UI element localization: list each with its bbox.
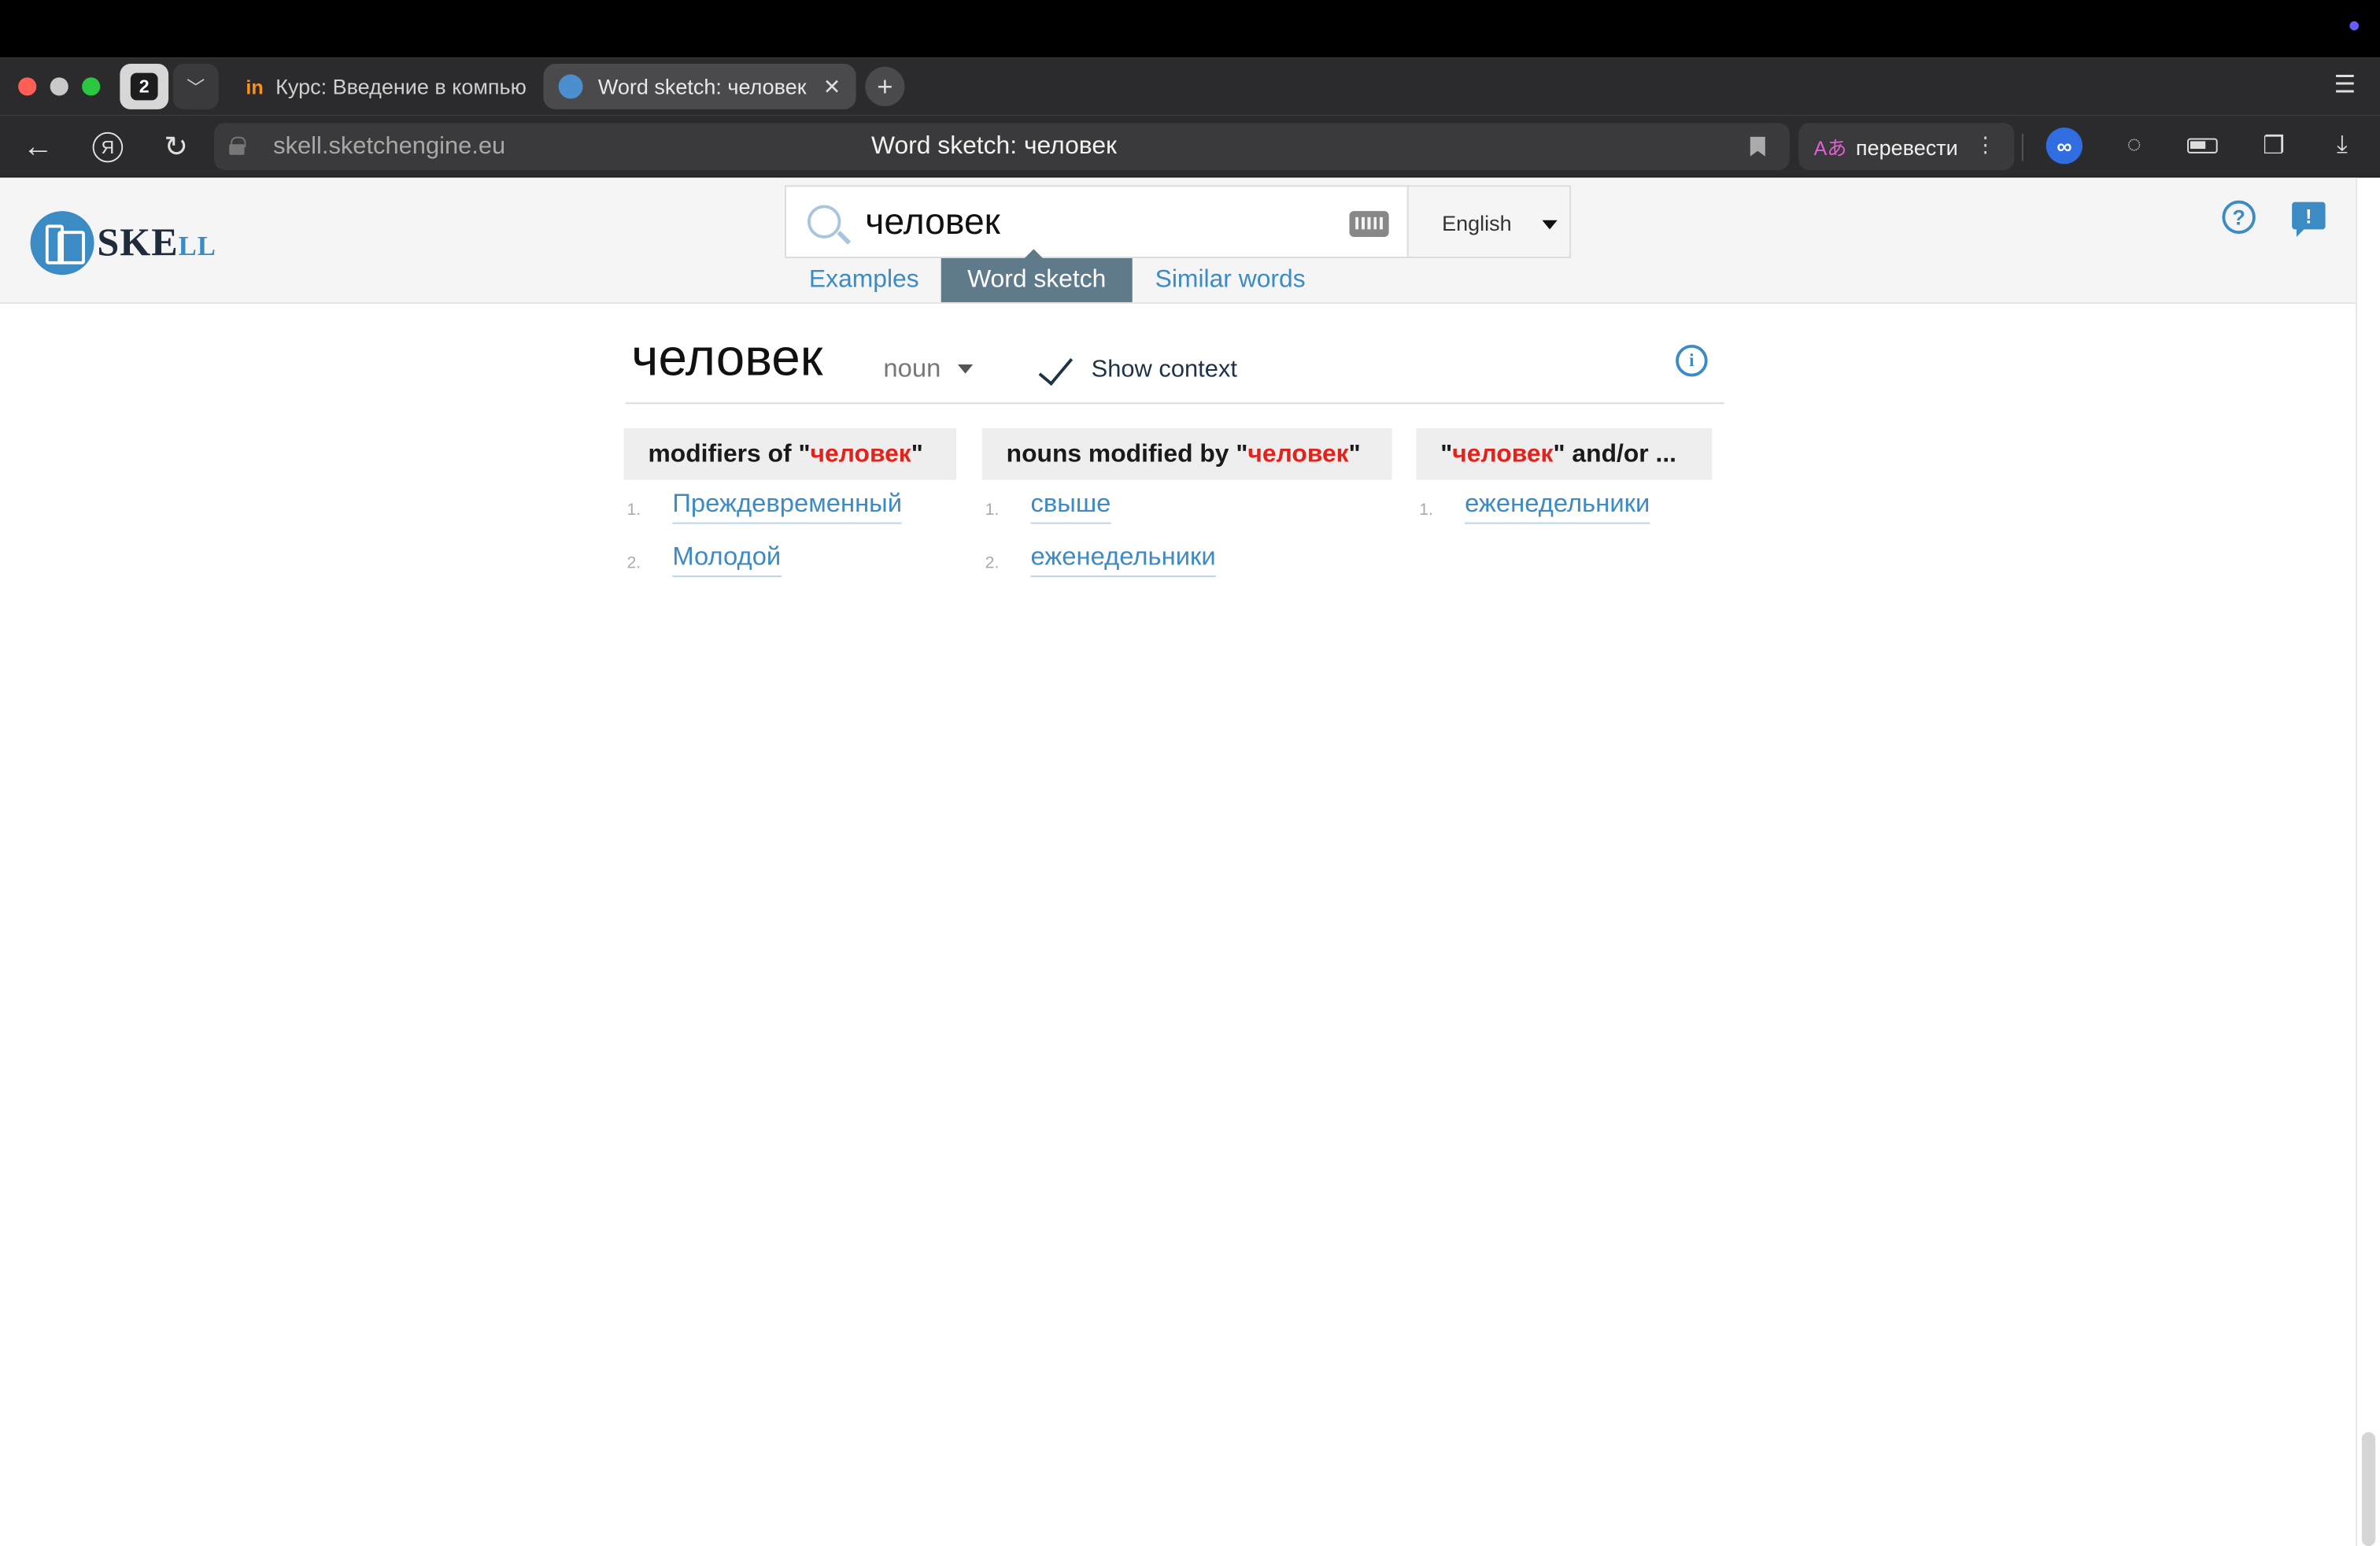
divider <box>625 402 1724 405</box>
collocation-link[interactable]: свыше <box>1030 489 1111 524</box>
logo-icon <box>30 211 94 276</box>
minimize-window-button[interactable] <box>50 77 68 96</box>
relation-header: modifiers of " человек " <box>623 428 956 480</box>
relation-headword: человек <box>1247 439 1349 468</box>
new-tab-button[interactable]: + <box>865 66 905 107</box>
collections-icon[interactable]: ❐ <box>2256 128 2292 164</box>
relation-headword: человек <box>810 439 911 468</box>
skell-logo[interactable]: SKELL <box>30 211 216 276</box>
pos-select[interactable]: noun <box>883 354 941 385</box>
relation-header: nouns modified by " человек " <box>981 428 1392 480</box>
bookmark-icon[interactable] <box>1750 136 1765 157</box>
globe-icon <box>558 74 583 99</box>
search-query: человек <box>865 202 1000 243</box>
language-value: English <box>1442 211 1512 236</box>
item-number: 2. <box>985 554 1000 573</box>
maximize-window-button[interactable] <box>82 77 101 96</box>
language-select[interactable]: English <box>1406 185 1572 258</box>
yandex-icon: Я <box>92 131 124 163</box>
translate-label: перевести <box>1856 134 1958 159</box>
lightbulb-icon[interactable]: ◌ <box>2116 128 2152 164</box>
address-bar: ← Я ↻ skell.sketchengine.eu Word sketch:… <box>0 115 2380 178</box>
url-text: skell.sketchengine.eu <box>273 133 506 160</box>
collocation-link[interactable]: Преждевременный <box>672 489 903 524</box>
scrollbar[interactable] <box>2356 177 2380 1546</box>
tabs-dropdown-button[interactable]: ﹀ <box>172 64 219 109</box>
logo-text-main: SKE <box>97 220 179 264</box>
item-number: 1. <box>1419 501 1433 520</box>
list-item: 2. еженедельники <box>982 533 1392 586</box>
battery-icon[interactable] <box>2184 128 2220 164</box>
collocation-link[interactable]: еженедельники <box>1465 489 1650 524</box>
relation-prefix: nouns modified by " <box>1006 439 1248 468</box>
info-icon[interactable]: i <box>1676 344 1708 377</box>
close-window-button[interactable] <box>18 77 37 96</box>
tab-word-sketch[interactable]: Word sketch <box>941 249 1133 302</box>
list-item: 2. Молодой <box>624 533 956 586</box>
more-options-icon[interactable]: ⋮ <box>1975 132 1996 158</box>
url-field[interactable]: skell.sketchengine.eu Word sketch: челов… <box>213 123 1790 171</box>
caret-down-icon[interactable] <box>957 364 974 374</box>
list-item: 1. свыше <box>982 480 1392 534</box>
checkmark-icon[interactable] <box>1035 353 1071 386</box>
tab-word-sketch[interactable]: Word sketch: человек ✕ <box>543 64 856 109</box>
translate-button[interactable]: Aあ перевести ⋮ <box>1798 123 2015 171</box>
site-header: SKELL человек English Examples Word sket… <box>0 177 2356 304</box>
item-number: 2. <box>626 554 641 573</box>
download-icon[interactable]: ⤓ <box>2324 128 2360 164</box>
tab-course[interactable]: in Курс: Введение в компью <box>234 64 531 109</box>
status-dot <box>2349 21 2359 31</box>
list-item: 1. Преждевременный <box>624 480 956 534</box>
relation-column: " человек " and/or ... 1. еженедельники <box>1416 428 1713 534</box>
menu-bar <box>0 0 2380 58</box>
lemma-heading: человек <box>631 329 823 387</box>
relation-suffix: " and/or ... <box>1553 439 1677 468</box>
item-number: 1. <box>985 501 1000 520</box>
logo-text-suffix: LL <box>178 231 216 261</box>
hamburger-menu-icon[interactable]: ☰ <box>2334 70 2356 101</box>
reload-icon[interactable]: ↻ <box>153 124 199 170</box>
translate-icon: Aあ <box>1813 136 1847 160</box>
list-item: 1. еженедельники <box>1416 480 1712 534</box>
search-icon <box>807 205 841 239</box>
keyboard-icon[interactable] <box>1349 211 1389 237</box>
lock-icon <box>229 136 246 155</box>
tab-count: 2 <box>130 72 158 101</box>
relation-suffix: " <box>1348 439 1361 468</box>
collocation-link[interactable]: Молодой <box>672 542 782 578</box>
relation-column: nouns modified by " человек " 1. свыше 2. … <box>981 428 1392 586</box>
search-input[interactable]: человек <box>785 185 1409 258</box>
logo-text: SKELL <box>97 220 216 266</box>
feedback-icon[interactable]: ! <box>2292 202 2326 237</box>
relation-header: " человек " and/or ... <box>1416 428 1713 480</box>
caret-down-icon <box>1542 220 1558 230</box>
back-arrow-icon[interactable]: ← <box>15 124 61 170</box>
page-content: SKELL человек English Examples Word sket… <box>0 177 2356 1546</box>
tab-similar-words[interactable]: Similar words <box>1131 258 1330 302</box>
infinity-extension-icon[interactable]: ∞ <box>2046 128 2082 165</box>
scrollbar-thumb[interactable] <box>2361 1432 2376 1546</box>
chevron-down-icon: ﹀ <box>187 76 205 98</box>
tab-favicon: in <box>246 75 264 98</box>
yandex-button[interactable]: Я <box>85 124 131 170</box>
relation-headword: человек <box>1452 439 1554 468</box>
tab-label: Word sketch: человек <box>597 74 807 99</box>
relation-prefix: modifiers of " <box>648 439 811 468</box>
tab-label: Курс: Введение в компью <box>275 74 527 99</box>
tab-bar: 2 ﹀ in Курс: Введение в компью Word sket… <box>0 57 2380 116</box>
close-tab-icon[interactable]: ✕ <box>823 74 841 100</box>
tab-examples[interactable]: Examples <box>785 258 943 302</box>
relation-column: modifiers of " человек " 1. Преждевременны… <box>623 428 956 586</box>
help-icon[interactable]: ? <box>2222 200 2256 235</box>
relation-prefix: " <box>1440 439 1453 468</box>
collocation-link[interactable]: еженедельники <box>1030 542 1216 578</box>
show-context-toggle[interactable]: Show context <box>1092 357 1237 384</box>
relation-suffix: " <box>911 439 923 468</box>
toolbar-divider <box>2021 133 2023 161</box>
page-title-text: Word sketch: человек <box>870 131 1117 160</box>
tab-count-button[interactable]: 2 <box>120 64 169 109</box>
item-number: 1. <box>626 501 641 520</box>
